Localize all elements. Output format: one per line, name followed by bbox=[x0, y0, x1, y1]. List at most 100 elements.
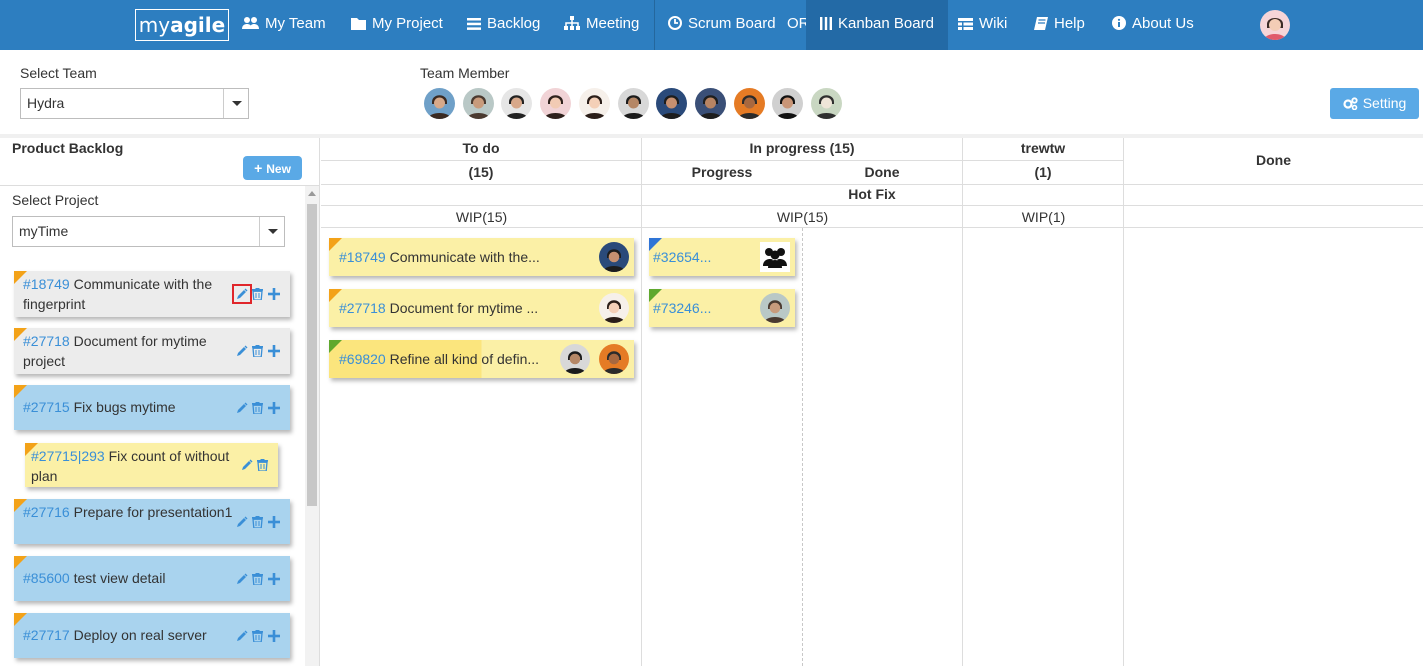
edit-pencil-icon[interactable] bbox=[236, 573, 248, 585]
nav-scrum-board[interactable]: Scrum Board bbox=[668, 0, 776, 50]
member-avatar-icon[interactable] bbox=[501, 88, 533, 119]
member-avatar-icon[interactable] bbox=[540, 88, 572, 119]
backlog-card[interactable]: #27716 Prepare for presentation1 bbox=[14, 499, 290, 544]
member-avatar-icon[interactable] bbox=[578, 88, 610, 119]
kanban-card-id[interactable]: #27718 bbox=[339, 300, 386, 316]
edit-pencil-icon[interactable] bbox=[236, 630, 248, 642]
add-subtask-plus-icon[interactable] bbox=[268, 288, 280, 300]
nav-about-us[interactable]: About Us bbox=[1112, 0, 1194, 50]
delete-trash-icon[interactable] bbox=[252, 288, 263, 300]
add-subtask-plus-icon[interactable] bbox=[268, 402, 280, 414]
assignee-avatar-icon[interactable] bbox=[599, 344, 629, 374]
chevron-down-icon bbox=[223, 89, 248, 118]
edit-pencil-icon[interactable] bbox=[236, 345, 248, 357]
kanban-card-id[interactable]: #69820 bbox=[339, 351, 386, 367]
delete-trash-icon[interactable] bbox=[252, 402, 263, 414]
member-avatar-icon[interactable] bbox=[617, 88, 649, 119]
kanban-card-id[interactable]: #32654... bbox=[653, 238, 711, 276]
group-users-icon[interactable] bbox=[760, 242, 790, 272]
clock-icon bbox=[668, 16, 682, 30]
kanban-card-id[interactable]: #73246... bbox=[653, 289, 711, 327]
backlog-card-id[interactable]: #27717 bbox=[23, 627, 70, 643]
backlog-card-id[interactable]: #27715|293 bbox=[31, 448, 105, 464]
scrollbar-thumb[interactable] bbox=[307, 204, 317, 506]
column-divider bbox=[962, 138, 963, 666]
column-divider bbox=[1123, 138, 1124, 666]
nav-wiki[interactable]: Wiki bbox=[958, 0, 1007, 50]
swimlane-hot-fix: Hot Fix bbox=[321, 185, 1423, 206]
edit-pencil-icon[interactable] bbox=[236, 402, 248, 414]
folder-icon bbox=[351, 18, 366, 30]
select-team-label: Select Team bbox=[20, 65, 97, 81]
edit-pencil-icon[interactable] bbox=[232, 284, 252, 304]
edit-pencil-icon[interactable] bbox=[241, 459, 253, 471]
nav-help[interactable]: Help bbox=[1034, 0, 1085, 50]
backlog-card-id[interactable]: #27718 bbox=[23, 333, 70, 349]
team-selector-bar: Select Team Hydra Team Member bbox=[0, 50, 1423, 134]
setting-button[interactable]: Setting bbox=[1330, 88, 1419, 119]
delete-trash-icon[interactable] bbox=[252, 345, 263, 357]
add-subtask-plus-icon[interactable] bbox=[268, 345, 280, 357]
kanban-card-text: #18749 Communicate with the... bbox=[339, 238, 540, 276]
backlog-card-id[interactable]: #27715 bbox=[23, 399, 70, 415]
backlog-card-title: Prepare for presentation1 bbox=[69, 504, 233, 520]
backlog-card[interactable]: #27715|293 Fix count of without plan bbox=[25, 443, 278, 487]
kanban-card-text: #69820 Refine all kind of defin... bbox=[339, 340, 539, 378]
backlog-card[interactable]: #85600 test view detail bbox=[14, 556, 290, 601]
delete-trash-icon[interactable] bbox=[257, 459, 268, 471]
assignee-avatar-icon[interactable] bbox=[599, 242, 629, 272]
delete-trash-icon[interactable] bbox=[252, 630, 263, 642]
backlog-card[interactable]: #27715 Fix bugs mytime bbox=[14, 385, 290, 430]
kanban-card[interactable]: #18749 Communicate with the... bbox=[329, 238, 634, 276]
column-todo-count: (15) bbox=[321, 161, 642, 185]
member-avatar-icon[interactable] bbox=[811, 88, 842, 119]
add-subtask-plus-icon[interactable] bbox=[268, 573, 280, 585]
backlog-card-id[interactable]: #18749 bbox=[23, 276, 70, 292]
project-select[interactable]: myTime bbox=[12, 216, 285, 247]
table-icon bbox=[958, 18, 973, 30]
backlog-card[interactable]: #27718 Document for mytime project bbox=[14, 328, 290, 374]
delete-trash-icon[interactable] bbox=[252, 516, 263, 528]
member-avatar-icon[interactable] bbox=[656, 88, 688, 119]
kanban-card[interactable]: #69820 Refine all kind of defin... bbox=[329, 340, 634, 378]
scroll-up-arrow-icon[interactable] bbox=[308, 191, 316, 196]
backlog-card-text: #27717 Deploy on real server bbox=[23, 625, 233, 645]
nav-my-project[interactable]: My Project bbox=[351, 0, 443, 50]
kanban-card-id[interactable]: #18749 bbox=[339, 249, 386, 265]
edit-pencil-icon[interactable] bbox=[236, 516, 248, 528]
nav-divider bbox=[654, 0, 655, 50]
nav-backlog[interactable]: Backlog bbox=[467, 0, 540, 50]
nav-my-team[interactable]: My Team bbox=[242, 0, 326, 50]
nav-kanban-board[interactable]: Kanban Board bbox=[806, 0, 948, 50]
user-avatar-icon[interactable] bbox=[1260, 10, 1290, 40]
app-logo[interactable]: myagile bbox=[135, 9, 229, 41]
subcolumn-divider bbox=[802, 228, 803, 666]
kanban-card[interactable]: #32654... bbox=[649, 238, 795, 276]
assignee-avatar-icon[interactable] bbox=[760, 293, 790, 323]
member-avatar-icon[interactable] bbox=[424, 88, 455, 119]
nav-meeting[interactable]: Meeting bbox=[564, 0, 639, 50]
backlog-card-id[interactable]: #27716 bbox=[23, 504, 70, 520]
kanban-card[interactable]: #27718 Document for mytime ... bbox=[329, 289, 634, 327]
member-avatar-icon[interactable] bbox=[694, 88, 726, 119]
delete-trash-icon[interactable] bbox=[252, 573, 263, 585]
member-avatar-icon[interactable] bbox=[772, 88, 804, 119]
assignee-avatar-icon[interactable] bbox=[599, 293, 629, 323]
add-subtask-plus-icon[interactable] bbox=[268, 516, 280, 528]
gears-icon bbox=[1343, 97, 1358, 111]
backlog-card-id[interactable]: #85600 bbox=[23, 570, 70, 586]
info-icon bbox=[1112, 16, 1126, 30]
product-backlog-title: Product Backlog bbox=[12, 140, 124, 156]
new-backlog-button[interactable]: + New bbox=[243, 156, 302, 180]
kanban-card[interactable]: #73246... bbox=[649, 289, 795, 327]
assignee-avatar-icon[interactable] bbox=[560, 344, 590, 374]
member-avatar-icon[interactable] bbox=[733, 88, 765, 119]
column-done-subheader: Done bbox=[802, 161, 963, 185]
add-subtask-plus-icon[interactable] bbox=[268, 630, 280, 642]
member-avatar-icon[interactable] bbox=[462, 88, 494, 119]
backlog-card[interactable]: #18749 Communicate with the fingerprint bbox=[14, 271, 290, 317]
backlog-card[interactable]: #27717 Deploy on real server bbox=[14, 613, 290, 658]
backlog-scrollbar[interactable] bbox=[305, 186, 319, 666]
team-select[interactable]: Hydra bbox=[20, 88, 249, 119]
team-member-label: Team Member bbox=[420, 65, 510, 81]
